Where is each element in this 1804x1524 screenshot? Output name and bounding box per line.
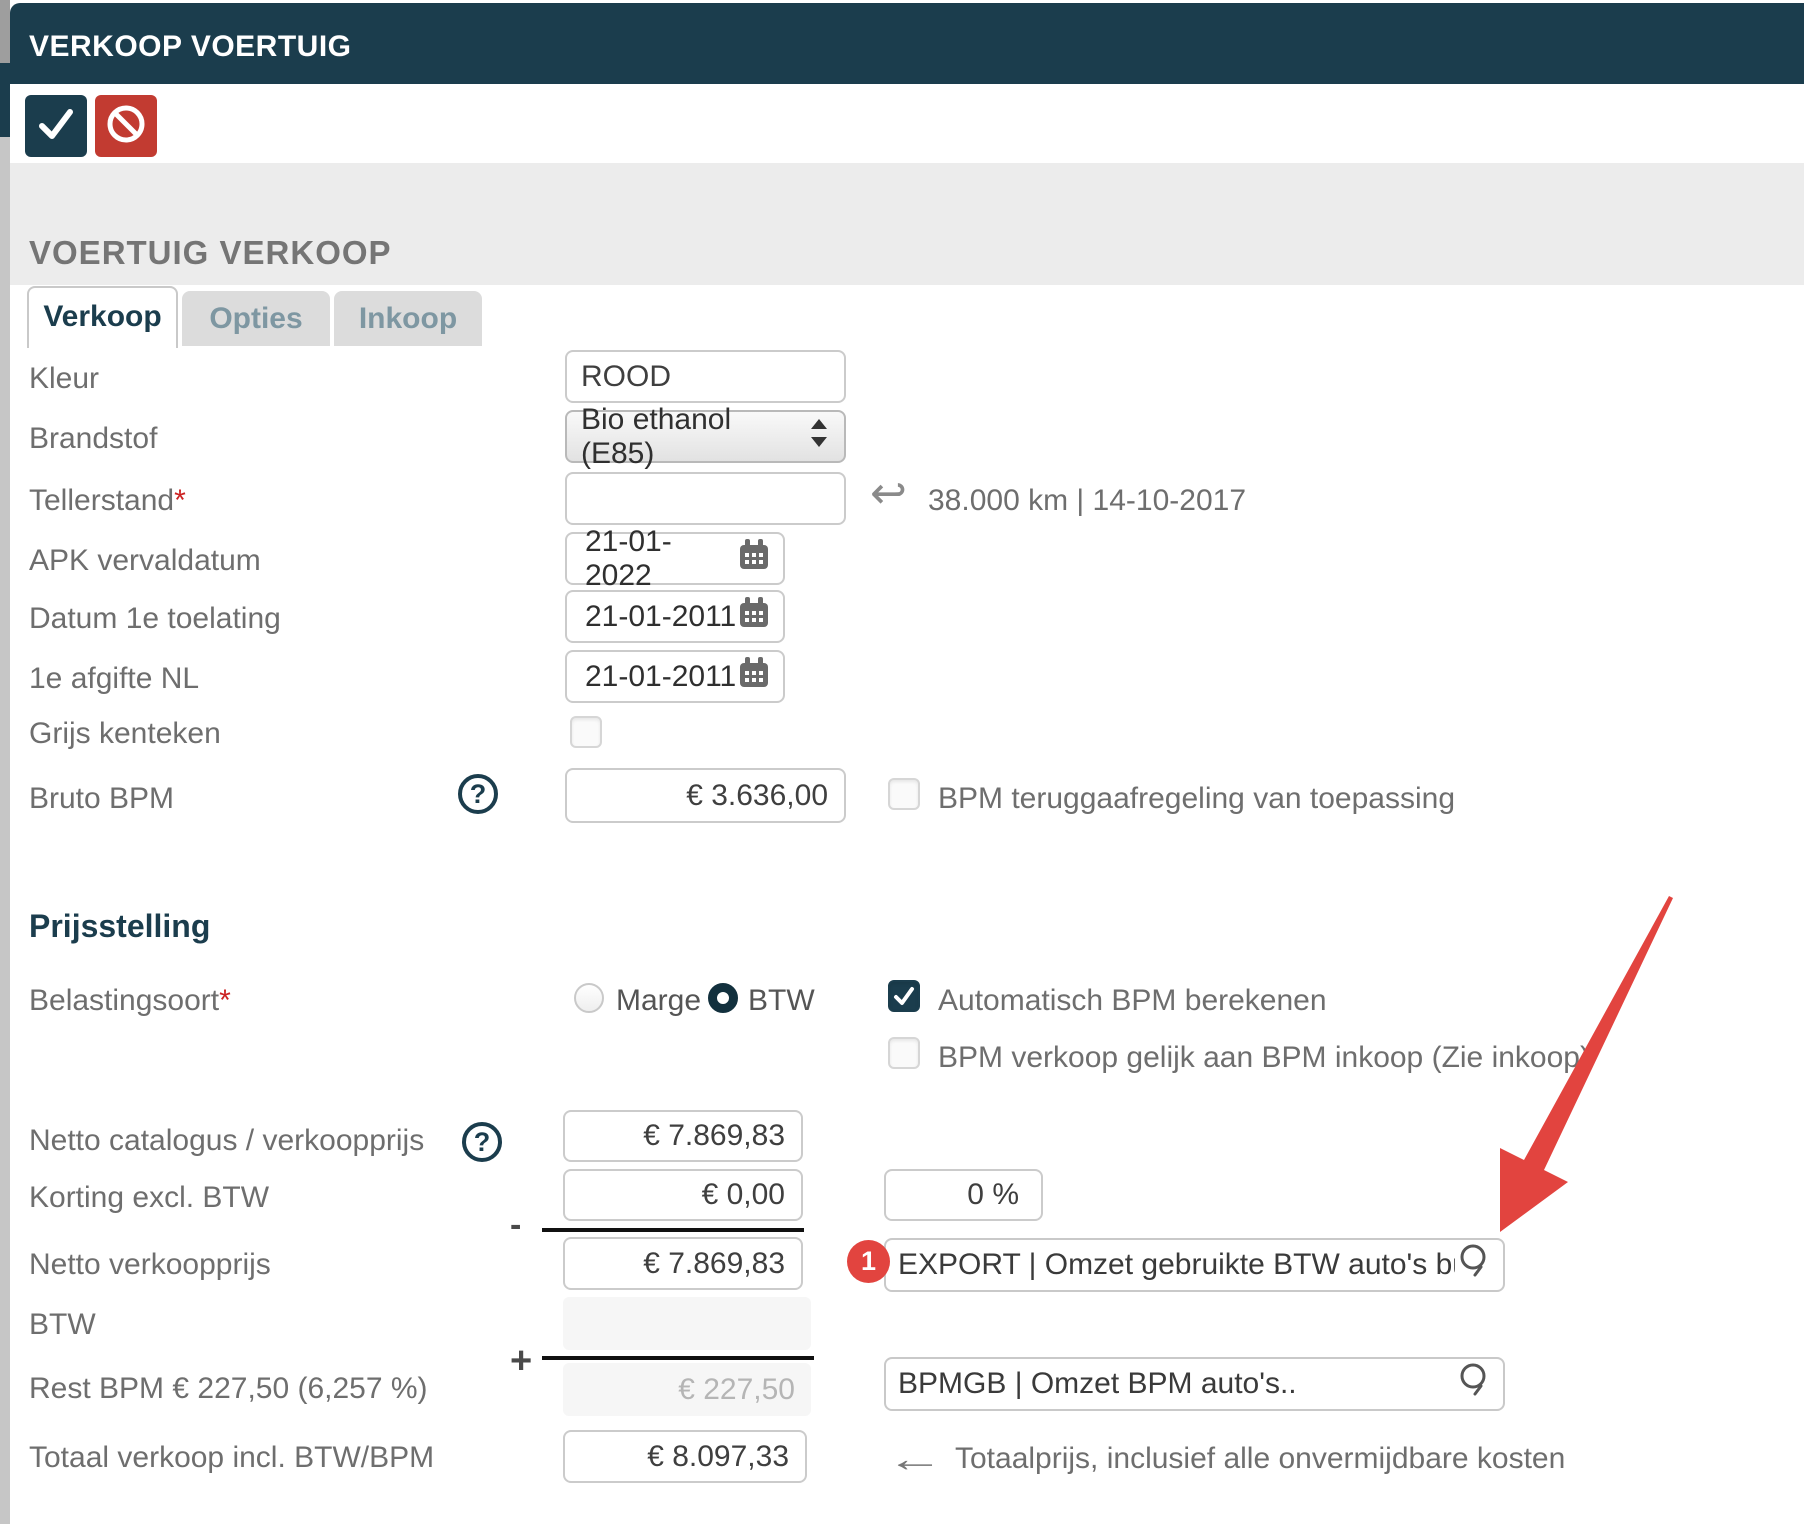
btw-disabled-field [563, 1297, 811, 1350]
btw-label: BTW [29, 1308, 96, 1342]
totaal-input[interactable] [563, 1430, 807, 1483]
pricing-heading: Prijsstelling [29, 908, 210, 945]
brandstof-value: Bio ethanol (E85) [581, 403, 808, 471]
select-arrows-icon [808, 416, 830, 458]
calendar-icon[interactable] [737, 538, 771, 580]
verkoop-voertuig-modal: VERKOOP VOERTUIG VERKOOP VOERTUIG VERKOO… [0, 0, 1804, 1524]
totaal-note: Totaalprijs, inclusief alle onvermijdbar… [955, 1442, 1565, 1476]
netto-catalogus-input[interactable] [563, 1110, 803, 1162]
help-icon[interactable]: ? [462, 1122, 502, 1162]
save-button[interactable] [25, 95, 87, 157]
brandstof-select[interactable]: Bio ethanol (E85) [565, 410, 846, 463]
netto-verkoopprijs-label: Netto verkoopprijs [29, 1248, 271, 1282]
plus-sign: + [510, 1340, 532, 1383]
toelating-date-value: 21-01-2011 [585, 600, 736, 634]
bruto-bpm-input[interactable] [565, 768, 846, 823]
minus-sign: - [510, 1206, 521, 1245]
subtotal-line [542, 1228, 804, 1232]
grijs-kenteken-checkbox[interactable] [570, 716, 602, 748]
totaal-label: Totaal verkoop incl. BTW/BPM [29, 1441, 434, 1475]
modal-title: VERKOOP VOERTUIG [29, 30, 352, 64]
annotation-badge: 1 [847, 1240, 890, 1283]
bpm-gelijk-checkbox[interactable] [888, 1037, 920, 1069]
search-icon[interactable] [1455, 1360, 1495, 1408]
radio-marge-label: Marge [616, 984, 701, 1018]
korting-label: Korting excl. BTW [29, 1181, 269, 1215]
check-icon [36, 104, 76, 149]
calendar-icon[interactable] [737, 596, 771, 638]
netto-verkoopprijs-input[interactable] [563, 1237, 803, 1290]
tellerstand-label: Tellerstand* [29, 484, 186, 518]
auto-bpm-label: Automatisch BPM berekenen [938, 984, 1327, 1018]
toelating-label: Datum 1e toelating [29, 602, 281, 636]
auto-bpm-checkbox[interactable] [888, 980, 920, 1012]
tab-verkoop[interactable]: Verkoop [27, 286, 178, 348]
tellerstand-input[interactable] [565, 472, 846, 525]
afgifte-label: 1e afgifte NL [29, 662, 199, 696]
toelating-date-input[interactable]: 21-01-2011 [565, 590, 785, 643]
korting-input[interactable] [563, 1169, 803, 1221]
cancel-button[interactable] [95, 95, 157, 157]
belastingsoort-label: Belastingsoort* [29, 984, 231, 1018]
bruto-bpm-label: Bruto BPM [29, 782, 174, 816]
apk-label: APK vervaldatum [29, 544, 261, 578]
bpm-teruggaaf-checkbox[interactable] [888, 778, 920, 810]
kleur-label: Kleur [29, 362, 99, 396]
bpm-gelijk-label: BPM verkoop gelijk aan BPM inkoop (Zie i… [938, 1041, 1590, 1075]
check-icon [892, 984, 916, 1008]
help-icon[interactable]: ? [458, 774, 498, 814]
bpm-grootboek-value: BPMGB | Omzet BPM auto's.. [898, 1367, 1455, 1401]
afgifte-date-input[interactable]: 21-01-2011 [565, 650, 785, 703]
rest-bpm-disabled-field: € 227,50 [563, 1363, 811, 1416]
left-arrow-icon: ← [886, 1438, 944, 1480]
search-icon[interactable] [1455, 1241, 1495, 1289]
calendar-icon[interactable] [737, 656, 771, 698]
brandstof-label: Brandstof [29, 422, 157, 456]
background-edge-body [0, 137, 10, 1524]
korting-percent-input[interactable] [884, 1169, 1043, 1221]
rest-bpm-label: Rest BPM € 227,50 (6,257 %) [29, 1372, 428, 1406]
bpm-teruggaaf-label: BPM teruggaafregeling van toepassing [938, 782, 1455, 816]
radio-marge[interactable] [574, 983, 604, 1013]
netto-catalogus-label: Netto catalogus / verkoopprijs [29, 1124, 424, 1158]
previous-reading-icon: ↩ [870, 474, 907, 514]
afgifte-date-value: 21-01-2011 [585, 660, 736, 694]
kleur-input[interactable] [565, 350, 846, 403]
verkoop-grootboek-field[interactable]: EXPORT | Omzet gebruikte BTW auto's buit… [884, 1238, 1505, 1292]
radio-btw-label: BTW [748, 984, 815, 1018]
grijs-kenteken-label: Grijs kenteken [29, 717, 221, 751]
background-edge-header [0, 63, 10, 137]
rest-bpm-value: € 227,50 [678, 1373, 795, 1407]
apk-date-input[interactable]: 21-01-2022 [565, 532, 785, 585]
tab-inkoop[interactable]: Inkoop [334, 291, 482, 346]
tellerstand-hint: 38.000 km | 14-10-2017 [928, 484, 1246, 518]
bpm-grootboek-field[interactable]: BPMGB | Omzet BPM auto's.. [884, 1357, 1505, 1411]
tab-opties[interactable]: Opties [182, 291, 330, 346]
apk-date-value: 21-01-2022 [585, 525, 737, 593]
radio-btw[interactable] [708, 983, 738, 1013]
page-title: VOERTUIG VERKOOP [29, 234, 392, 272]
total-line [542, 1356, 814, 1360]
verkoop-grootboek-value: EXPORT | Omzet gebruikte BTW auto's buit… [898, 1248, 1455, 1282]
cancel-icon [104, 102, 148, 151]
